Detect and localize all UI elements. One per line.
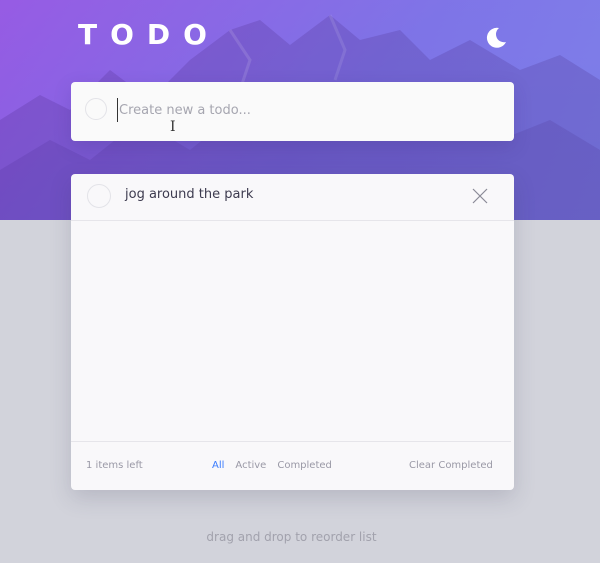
filter-completed[interactable]: Completed [277, 460, 332, 471]
reorder-hint: drag and drop to reorder list [206, 530, 377, 544]
todo-list: jog around the park 1 items left All Act… [71, 174, 514, 490]
todo-item[interactable]: jog around the park [71, 174, 514, 221]
moon-icon [486, 27, 506, 48]
delete-todo-button[interactable] [471, 187, 489, 205]
list-footer: 1 items left All Active Completed Clear … [71, 441, 511, 490]
filter-all[interactable]: All [212, 460, 224, 471]
new-todo-check-circle[interactable] [85, 98, 107, 120]
filter-group: All Active Completed [212, 460, 332, 471]
app-title: TODO [78, 18, 220, 51]
items-left-count: 1 items left [86, 460, 143, 471]
close-icon [472, 188, 488, 204]
todo-item-text: jog around the park [125, 187, 254, 202]
text-cursor-icon: I [170, 119, 176, 135]
todo-check-circle[interactable] [87, 184, 111, 208]
new-todo-card: I [71, 82, 514, 141]
theme-toggle-button[interactable] [484, 26, 508, 50]
clear-completed-button[interactable]: Clear Completed [409, 460, 493, 471]
filter-active[interactable]: Active [235, 460, 266, 471]
